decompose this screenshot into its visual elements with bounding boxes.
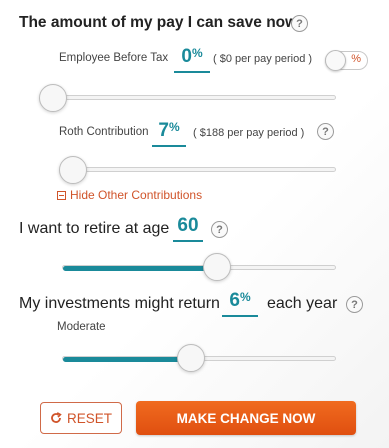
investment-return-percent[interactable]: 6% (222, 291, 258, 317)
make-change-now-button[interactable]: MAKE CHANGE NOW (136, 401, 356, 435)
employee-before-tax-slider[interactable] (52, 95, 336, 100)
employee-before-tax-slider-thumb[interactable] (39, 84, 67, 112)
retire-help-icon[interactable]: ? (211, 221, 228, 238)
slider-fill (63, 357, 192, 362)
toggle-knob[interactable] (325, 50, 346, 71)
slider-fill (63, 266, 218, 271)
reset-button[interactable]: RESET (40, 402, 122, 434)
retire-age[interactable]: 60 (173, 216, 203, 242)
minus-icon (57, 190, 66, 200)
percent-dollar-toggle[interactable]: % (325, 50, 368, 71)
savings-heading: The amount of my pay I can save now (19, 14, 298, 31)
investments-help-icon[interactable]: ? (346, 296, 363, 313)
employee-before-tax-label: Employee Before Tax (59, 52, 169, 64)
retire-age-slider-thumb[interactable] (203, 253, 231, 281)
risk-level-label: Moderate (57, 321, 106, 333)
roth-slider[interactable] (62, 167, 336, 172)
roth-percent[interactable]: 7% (152, 121, 186, 147)
savings-help-icon[interactable]: ? (291, 15, 308, 32)
retire-label: I want to retire at age (19, 220, 170, 237)
hide-other-contributions-link[interactable]: Hide Other Contributions (57, 188, 202, 202)
employee-before-tax-percent[interactable]: 0% (174, 47, 210, 73)
roth-help-icon[interactable]: ? (317, 123, 334, 140)
investment-return-slider-thumb[interactable] (177, 344, 205, 372)
roth-detail: ( $188 per pay period ) (193, 127, 305, 139)
roth-label: Roth Contribution (59, 126, 149, 138)
investments-label: My investments might return (19, 295, 220, 312)
refresh-icon (51, 412, 62, 423)
roth-slider-thumb[interactable] (59, 156, 87, 184)
employee-before-tax-detail: ( $0 per pay period ) (213, 53, 313, 65)
investments-label-suffix: each year (267, 295, 338, 312)
retire-age-slider[interactable] (62, 265, 336, 271)
toggle-percent-label: % (351, 53, 361, 65)
